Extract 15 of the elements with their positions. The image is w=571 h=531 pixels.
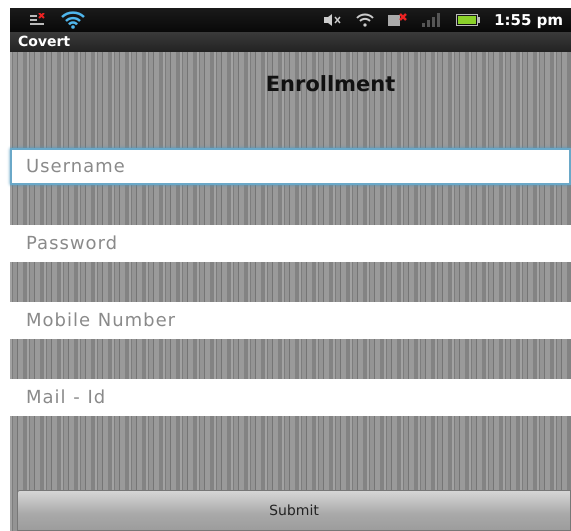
app-title: Covert [18,34,70,50]
signal-icon [422,13,442,27]
input-field[interactable]: Mail - Id [10,379,571,416]
input-field[interactable]: Mobile Number [10,302,571,339]
mute-icon [324,14,342,26]
notification-icon [30,13,46,27]
page-heading: Enrollment [266,72,396,96]
battery-icon [456,14,480,26]
input-field[interactable]: Username [10,148,571,185]
sd-card-icon [388,13,408,27]
wifi-icon [60,11,86,29]
submit-button[interactable]: Submit [17,490,571,531]
wifi-icon [356,13,374,27]
status-time: 1:55 pm [494,11,563,29]
input-field[interactable]: Password [10,225,571,262]
